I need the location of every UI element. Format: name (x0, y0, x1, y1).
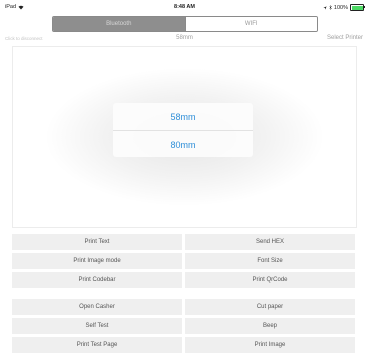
command-buttons-group-1: Print Text Send HEX Print Image mode Fon… (12, 234, 355, 288)
status-right: 100% (323, 4, 365, 11)
battery-fill (351, 5, 363, 10)
status-time: 8:48 AM (174, 4, 195, 10)
paper-option-80mm[interactable]: 80mm (113, 130, 253, 157)
print-text-button[interactable]: Print Text (12, 234, 182, 250)
print-codebar-button[interactable]: Print Codebar (12, 272, 182, 288)
paper-size-label: 58mm (176, 35, 193, 41)
command-buttons-group-2: Open Casher Cut paper Self Test Beep Pri… (12, 299, 355, 353)
tab-bluetooth[interactable]: Bluetooth (53, 17, 185, 31)
battery-percent: 100% (333, 4, 348, 11)
tab-wifi[interactable]: WIFI (184, 17, 317, 31)
status-bar: iPad 8:48 AM 100% (0, 0, 369, 13)
subheader: Click to disconnect 58mm Select Printer (0, 34, 369, 44)
battery-icon (350, 4, 365, 11)
open-casher-button[interactable]: Open Casher (12, 299, 182, 315)
paper-size-picker: 58mm 80mm (113, 103, 253, 157)
self-test-button[interactable]: Self Test (12, 318, 182, 334)
select-printer-button[interactable]: Select Printer (327, 35, 363, 41)
print-image-button[interactable]: Print Image (185, 337, 355, 353)
print-image-mode-button[interactable]: Print Image mode (12, 253, 182, 269)
printer-list-area: 58mm 80mm (12, 46, 357, 228)
font-size-button[interactable]: Font Size (185, 253, 355, 269)
beep-button[interactable]: Beep (185, 318, 355, 334)
connection-segmented-control[interactable]: Bluetooth WIFI (52, 16, 318, 32)
paper-option-58mm[interactable]: 58mm (113, 103, 253, 130)
send-hex-button[interactable]: Send HEX (185, 234, 355, 250)
print-test-page-button[interactable]: Print Test Page (12, 337, 182, 353)
cut-paper-button[interactable]: Cut paper (185, 299, 355, 315)
bluetooth-icon (329, 5, 332, 10)
location-icon (323, 5, 327, 10)
print-qrcode-button[interactable]: Print QrCode (185, 272, 355, 288)
